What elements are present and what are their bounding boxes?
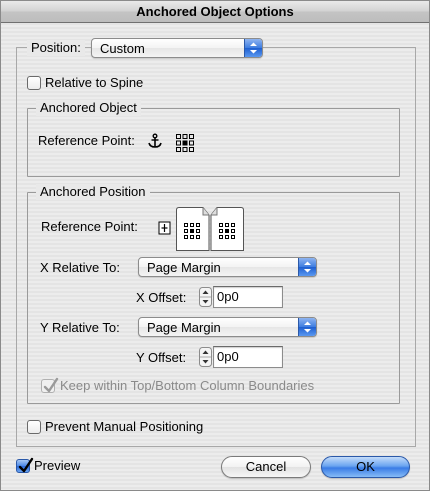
popup-arrows-icon (244, 39, 262, 57)
position-label: Position: (27, 40, 85, 56)
popup-arrows-icon (298, 258, 316, 276)
y-relative-to-popup[interactable]: Page Margin (138, 317, 317, 337)
preview-checkbox[interactable] (16, 457, 34, 473)
anchor-icon (147, 133, 163, 149)
x-relative-to-label: X Relative To: (40, 260, 120, 275)
x-offset-value: 0p0 (217, 289, 239, 304)
keep-within-label: Keep within Top/Bottom Column Boundaries (60, 378, 315, 393)
position-popup-value: Custom (100, 41, 145, 56)
anchored-object-reference-point-label: Reference Point: (38, 133, 135, 148)
relative-to-spine-checkbox[interactable] (27, 76, 41, 90)
anchored-object-reference-point-grid[interactable] (175, 133, 195, 153)
position-reference-icon (158, 221, 171, 235)
keep-within-checkbox[interactable] (41, 377, 59, 393)
anchored-object-title: Anchored Object (36, 100, 141, 116)
page-spread-reference-icon[interactable] (175, 206, 245, 252)
y-offset-stepper[interactable] (199, 347, 212, 367)
relative-to-spine-label: Relative to Spine (45, 75, 144, 90)
cancel-button[interactable]: Cancel (221, 456, 311, 478)
x-offset-label: X Offset: (136, 290, 187, 305)
popup-arrows-icon (298, 318, 316, 336)
window-title: Anchored Object Options (1, 1, 429, 23)
anchored-position-title: Anchored Position (36, 184, 150, 200)
x-relative-to-popup[interactable]: Page Margin (138, 257, 317, 277)
position-popup[interactable]: Custom (91, 38, 263, 58)
prevent-manual-label: Prevent Manual Positioning (45, 419, 204, 434)
x-offset-field[interactable]: 0p0 (213, 286, 283, 308)
dialog-window: Anchored Object Options Position: Custom… (0, 0, 430, 491)
x-offset-stepper[interactable] (199, 287, 212, 307)
ok-button[interactable]: OK (321, 456, 410, 478)
y-offset-label: Y Offset: (136, 350, 187, 365)
x-relative-to-value: Page Margin (147, 260, 221, 275)
y-relative-to-value: Page Margin (147, 320, 221, 335)
anchored-position-reference-point-label: Reference Point: (41, 219, 138, 234)
y-offset-value: 0p0 (217, 349, 239, 364)
checkmark-icon (43, 377, 59, 393)
preview-label: Preview (34, 458, 81, 473)
prevent-manual-checkbox[interactable] (27, 420, 41, 434)
y-offset-field[interactable]: 0p0 (213, 346, 283, 368)
y-relative-to-label: Y Relative To: (40, 320, 120, 335)
checkmark-icon (18, 457, 34, 473)
